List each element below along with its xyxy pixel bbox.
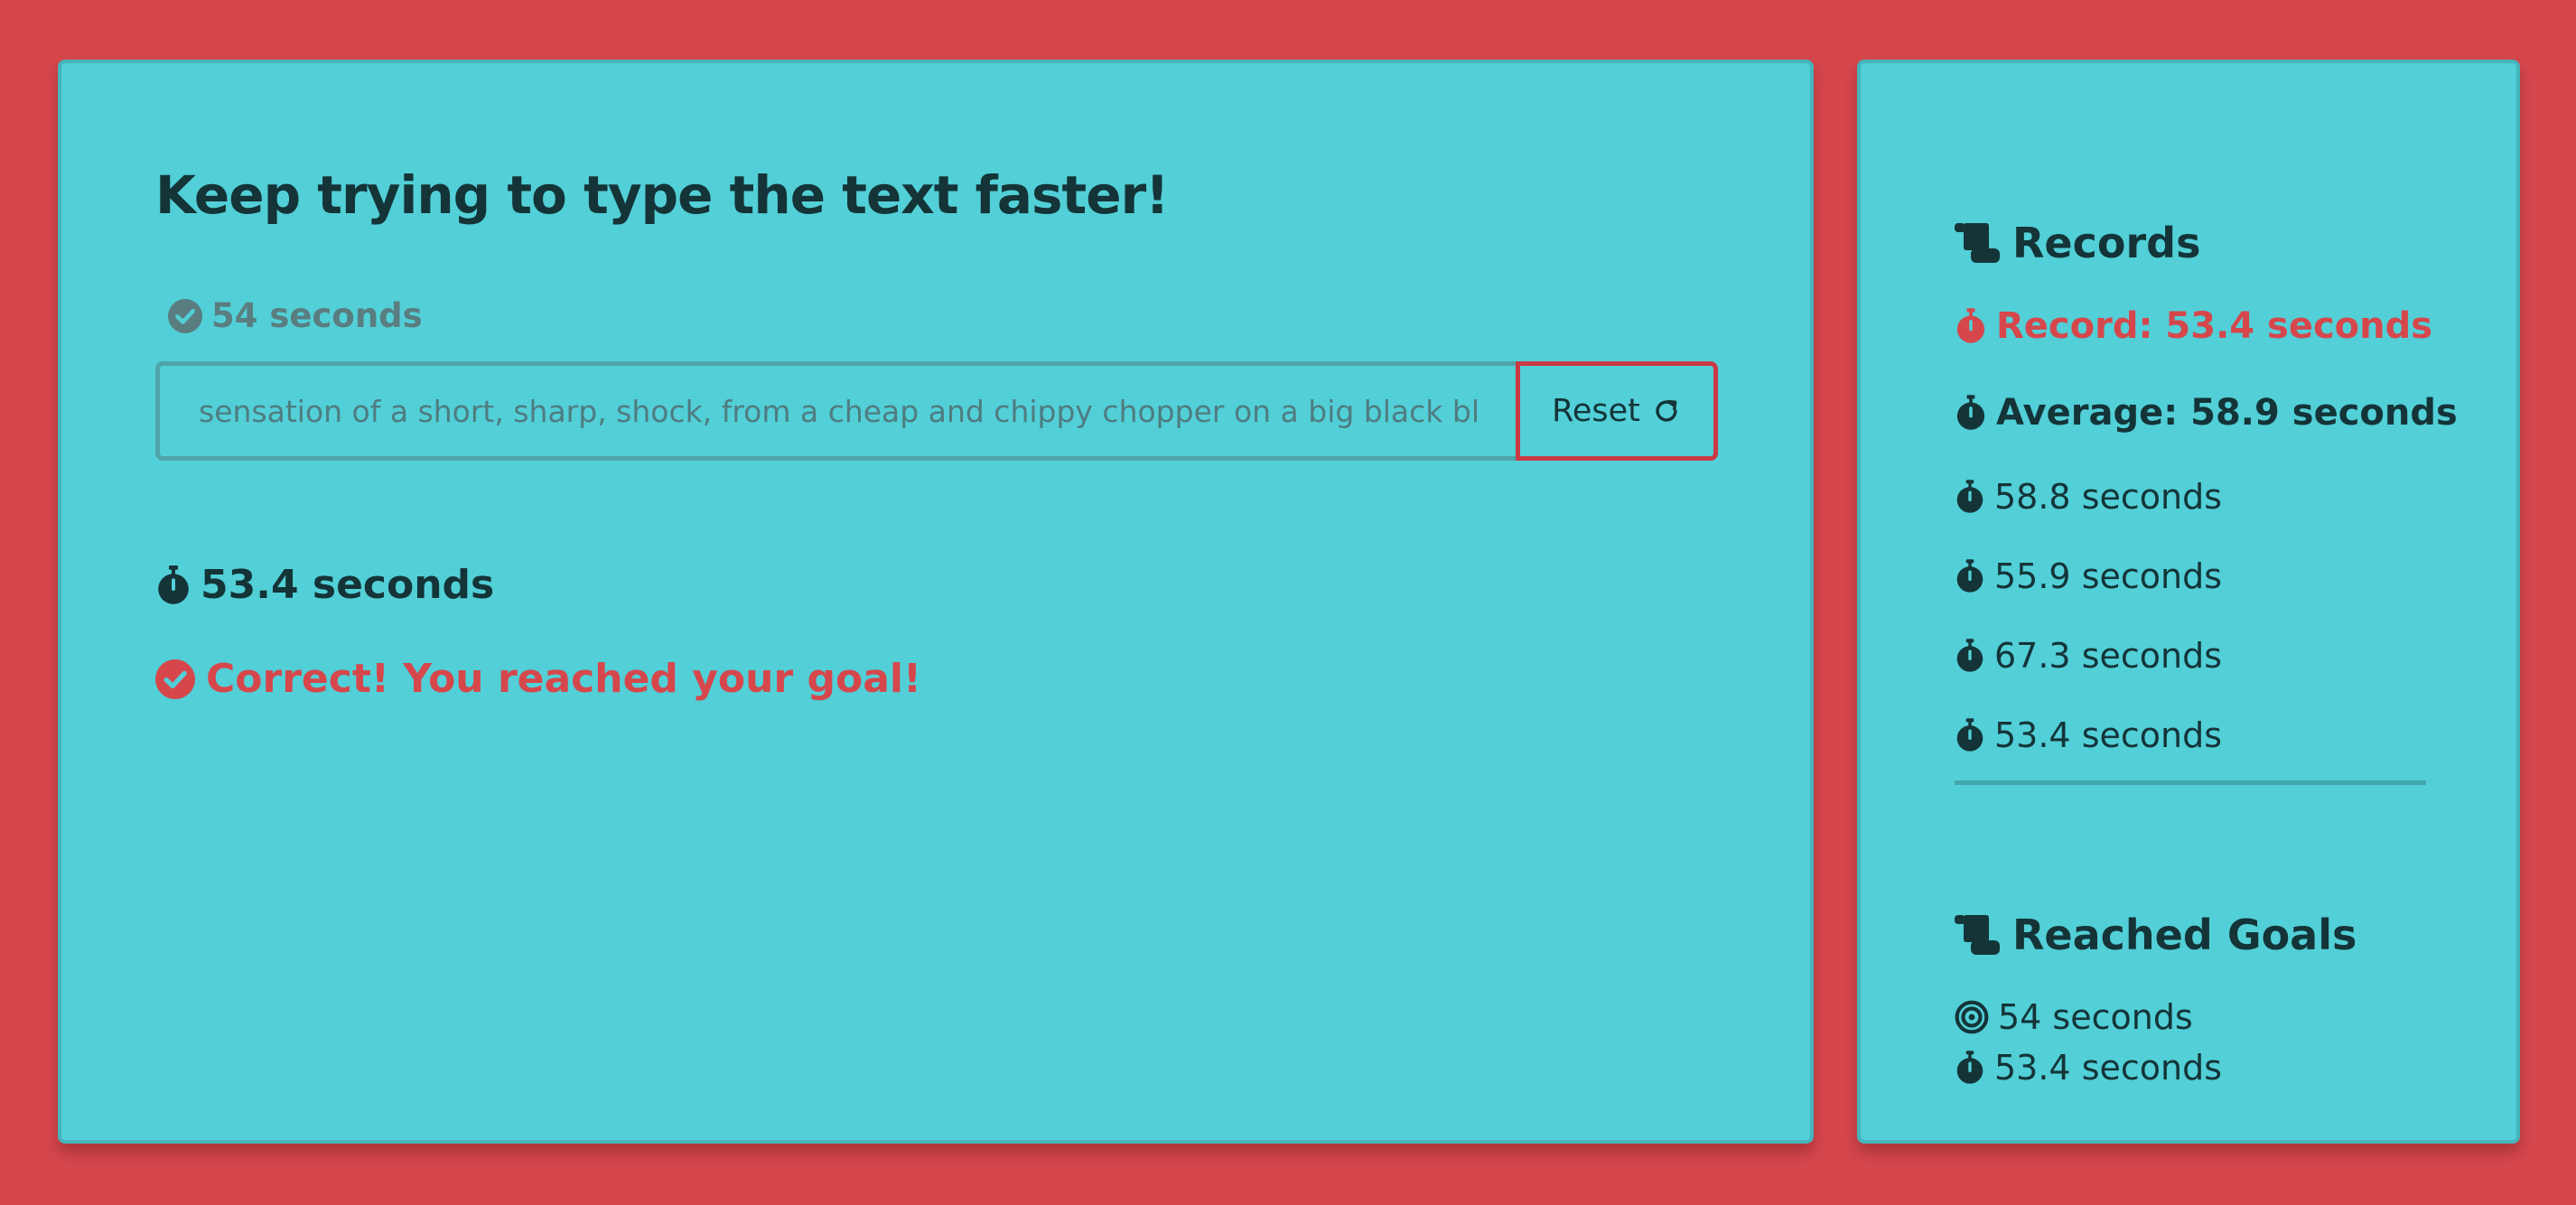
record-item: 67.3 seconds bbox=[1955, 636, 2222, 676]
stopwatch-icon bbox=[1956, 395, 1985, 430]
typing-input-group: Reset bbox=[155, 361, 1718, 461]
records-heading: Records bbox=[1955, 219, 2200, 267]
reached-goals-title: Reached Goals bbox=[2012, 911, 2357, 959]
page-title: Keep trying to type the text faster! bbox=[155, 164, 1170, 226]
reached-goal-target-label: 54 seconds bbox=[1998, 997, 2193, 1037]
reset-label: Reset bbox=[1552, 393, 1640, 429]
best-record-label: Record: 53.4 seconds bbox=[1996, 305, 2433, 347]
check-circle-icon bbox=[155, 659, 195, 699]
divider bbox=[1955, 780, 2426, 785]
bullseye-icon bbox=[1955, 1000, 1989, 1034]
average-record-label: Average: 58.9 seconds bbox=[1996, 392, 2458, 434]
result-message: Correct! You reached your goal! bbox=[155, 656, 921, 702]
main-panel: Keep trying to type the text faster! 54 … bbox=[58, 60, 1814, 1144]
record-item: 58.8 seconds bbox=[1955, 477, 2222, 517]
check-circle-icon bbox=[168, 298, 202, 333]
average-record: Average: 58.9 seconds bbox=[1955, 392, 2458, 434]
goal-indicator: 54 seconds bbox=[168, 296, 423, 335]
record-item-label: 67.3 seconds bbox=[1994, 636, 2223, 676]
stopwatch-icon bbox=[1956, 480, 1983, 513]
goal-label: 54 seconds bbox=[211, 296, 423, 335]
scroll-icon bbox=[1955, 223, 2000, 263]
records-title: Records bbox=[2012, 219, 2201, 267]
stopwatch-icon bbox=[1956, 308, 1985, 343]
stopwatch-icon bbox=[158, 565, 189, 604]
record-item-label: 58.8 seconds bbox=[1994, 477, 2223, 517]
records-panel: Records Record: 53.4 seconds Average: 58… bbox=[1857, 60, 2520, 1144]
stopwatch-icon bbox=[1956, 718, 1983, 752]
best-record: Record: 53.4 seconds bbox=[1955, 305, 2432, 347]
current-time-label: 53.4 seconds bbox=[201, 562, 495, 608]
reached-goals-heading: Reached Goals bbox=[1955, 911, 2357, 959]
stopwatch-icon bbox=[1956, 559, 1983, 593]
record-item: 53.4 seconds bbox=[1955, 715, 2222, 755]
scroll-icon bbox=[1955, 915, 2000, 955]
stopwatch-icon bbox=[1956, 1051, 1983, 1084]
reached-goal-time: 53.4 seconds bbox=[1955, 1048, 2222, 1088]
stopwatch-icon bbox=[1956, 639, 1983, 672]
record-item-label: 55.9 seconds bbox=[1994, 556, 2223, 596]
reset-button[interactable]: Reset bbox=[1516, 361, 1718, 461]
result-message-label: Correct! You reached your goal! bbox=[206, 656, 922, 702]
reached-goal-target: 54 seconds bbox=[1955, 997, 2193, 1037]
current-time: 53.4 seconds bbox=[155, 562, 494, 608]
record-item: 55.9 seconds bbox=[1955, 556, 2222, 596]
redo-icon bbox=[1656, 399, 1677, 422]
reached-goal-time-label: 53.4 seconds bbox=[1994, 1048, 2223, 1088]
record-item-label: 53.4 seconds bbox=[1994, 715, 2223, 755]
typing-input[interactable] bbox=[155, 361, 1516, 461]
